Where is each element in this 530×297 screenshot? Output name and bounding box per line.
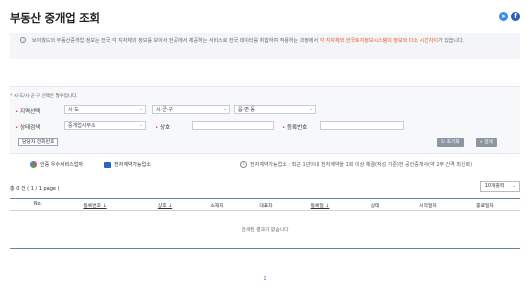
econtract-note: i 전자계약가능업소 : 최근 1년이내 전자계약을 1회 이상 체결(작성 기… [240, 161, 472, 168]
status-select[interactable]: 중개업사무소 ⌄ [64, 121, 146, 130]
status-label: • 상태검색 [15, 125, 41, 131]
col-ceo: 대표자 [259, 204, 273, 209]
notice-text: 브이월드의 부동산중개업 정보는 전국 각 지자체의 정보를 모아서 한곳에서 … [32, 38, 320, 44]
page-title: 부동산 중개업 조회 [10, 11, 100, 25]
econtract-icon [104, 161, 111, 168]
chevron-down-icon: ⌄ [139, 107, 143, 112]
table-header: No. 등록번호 ↓ 상호 ↓ 소재지 대표자 등록일 ↓ 상태 시작일자 종료… [10, 198, 520, 211]
regno-label: • 등록번호 [282, 125, 308, 131]
col-regdate[interactable]: 등록일 ↓ [311, 202, 330, 209]
info-circle-icon: i [240, 161, 247, 168]
table-empty-row: 검색된 결과가 없습니다 [10, 211, 520, 249]
info-icon: i [20, 37, 26, 43]
empty-message: 검색된 결과가 없습니다 [241, 228, 289, 233]
name-input[interactable] [192, 121, 274, 130]
sido-select[interactable]: 시·도 ⌄ [64, 105, 146, 114]
legend-excellent: 인증 우수서비스업자 [30, 161, 83, 168]
chevron-down-icon: ⌄ [223, 107, 227, 112]
result-count: 총 0 건 ( 1 / 1 page ) [10, 186, 60, 192]
legend-econtract: 전자계약가능업소 [104, 161, 151, 168]
reset-button[interactable]: ↻ 초기화 [437, 138, 464, 147]
facebook-icon[interactable]: f [511, 12, 520, 21]
refresh-icon: ↻ [441, 140, 446, 145]
regno-input[interactable] [320, 121, 404, 130]
certified-service-icon [30, 161, 37, 168]
col-address: 소재지 [210, 204, 224, 209]
col-name[interactable]: 상호 ↓ [158, 202, 172, 209]
required-note: * 시·도/시·군·구 선택은 필수입니다. [10, 94, 78, 99]
col-no: No. [34, 202, 42, 207]
per-page-select[interactable]: 10개출력 ⌄ [480, 181, 520, 192]
notice-tail: 가 있습니다. [438, 38, 465, 44]
col-end-date: 종료일자 [476, 204, 494, 209]
chevron-down-icon: ⌄ [512, 184, 516, 189]
chevron-down-icon: ⌄ [309, 107, 313, 112]
contact-phone-button[interactable]: 담당자 전화번호 [18, 138, 59, 146]
name-label: • 상호 [155, 125, 171, 131]
share-icon[interactable]: ➤ [499, 12, 508, 21]
search-button[interactable]: ⌕ 검색 [476, 138, 498, 147]
notice-box: i 브이월드의 부동산중개업 정보는 전국 각 지자체의 정보를 모아서 한곳에… [10, 33, 520, 59]
pagination-page-1[interactable]: 1 [263, 276, 266, 282]
region-label: • 지역선택 [15, 109, 41, 115]
col-status: 상태 [370, 204, 380, 209]
col-start-date: 시작일자 [419, 204, 437, 209]
notice-highlight: 각 지자체와 한국토지정보시스템의 정보와 다소 시간차이 [319, 38, 438, 44]
emd-select[interactable]: 읍·면·동 ⌄ [234, 105, 316, 114]
top-share-icons: ➤ f [499, 12, 520, 21]
search-icon: ⌕ [480, 140, 483, 145]
chevron-down-icon: ⌄ [139, 123, 143, 128]
col-regno[interactable]: 등록번호 ↓ [83, 202, 106, 209]
sigungu-select[interactable]: 시·군·구 ⌄ [152, 105, 230, 114]
